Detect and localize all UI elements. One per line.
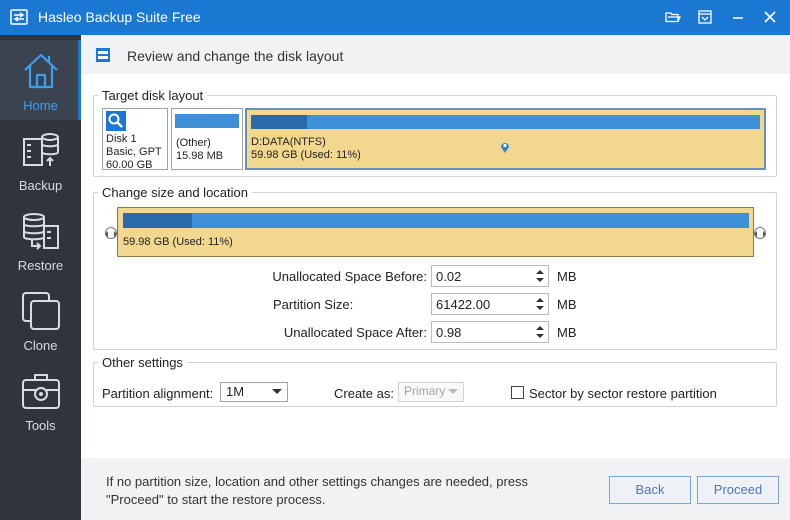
right-resize-handle[interactable]	[754, 227, 766, 239]
disk-layout-icon	[96, 48, 110, 62]
unit-label: MB	[557, 269, 577, 284]
restore-icon	[23, 213, 59, 250]
unallocated-before-label: Unallocated Space Before:	[272, 269, 427, 284]
disk-search-icon	[106, 111, 126, 131]
group-title: Other settings	[102, 355, 183, 370]
unallocated-before-input[interactable]	[432, 266, 530, 286]
partition-size-spinbox[interactable]	[431, 293, 549, 315]
left-resize-handle[interactable]	[105, 227, 117, 239]
sidebar-item-label: Backup	[18, 178, 63, 193]
disk-info-cell[interactable]: Disk 1 Basic, GPT 60.00 GB	[102, 108, 168, 171]
sidebar: Home Backup Restore Clone Tools	[0, 35, 81, 520]
back-button[interactable]: Back	[609, 476, 691, 504]
partition-other[interactable]: (Other) 15.98 MB	[171, 108, 243, 170]
partition-alignment-value: 1M	[226, 384, 245, 399]
disk-name: Disk 1	[106, 133, 137, 145]
unallocated-after-input[interactable]	[432, 322, 530, 342]
home-icon	[24, 53, 58, 89]
partition-size: 15.98 MB	[176, 150, 224, 162]
partition-used-bar	[123, 213, 192, 228]
unit-label: MB	[557, 297, 577, 312]
sidebar-item-restore[interactable]: Restore	[0, 200, 81, 280]
close-icon[interactable]	[761, 8, 779, 26]
partition-bar	[251, 115, 760, 129]
group-title: Target disk layout	[102, 88, 204, 103]
content-area: Target disk layout Disk 1 Basic, GPT 60.…	[81, 74, 790, 458]
create-as-value: Primary	[404, 384, 446, 398]
partition-name: (Other)	[176, 137, 211, 149]
partition-alignment-label: Partition alignment:	[102, 386, 214, 401]
spin-arrows-icon[interactable]	[534, 324, 546, 340]
partition-size-input[interactable]	[432, 294, 530, 314]
backup-icon	[23, 133, 59, 166]
sector-by-sector-checkbox[interactable]	[511, 386, 524, 399]
partition-resize-bar[interactable]: 59.98 GB (Used: 11%)	[117, 207, 754, 257]
unit-label: MB	[557, 325, 577, 340]
spin-arrows-icon[interactable]	[534, 296, 546, 312]
group-title: Change size and location	[102, 185, 248, 200]
sidebar-item-backup[interactable]: Backup	[0, 120, 81, 200]
proceed-button[interactable]: Proceed	[697, 476, 779, 504]
partition-alignment-select[interactable]: 1M	[220, 382, 288, 402]
app-logo-icon	[10, 9, 28, 25]
sector-by-sector-label[interactable]: Sector by sector restore partition	[529, 386, 717, 401]
partition-detail: 59.98 GB (Used: 11%)	[251, 149, 361, 161]
unallocated-after-label: Unallocated Space After:	[283, 325, 427, 340]
clone-icon	[22, 292, 60, 330]
unallocated-before-spinbox[interactable]	[431, 265, 549, 287]
sidebar-item-label: Restore	[17, 258, 64, 273]
chevron-down-icon	[272, 389, 282, 394]
create-as-label: Create as:	[334, 386, 394, 401]
sidebar-item-clone[interactable]: Clone	[0, 280, 81, 360]
partition-bar	[123, 213, 749, 228]
partition-bar	[175, 114, 239, 128]
create-as-select[interactable]: Primary	[398, 382, 464, 402]
unallocated-after-spinbox[interactable]	[431, 321, 549, 343]
page-title: Review and change the disk layout	[127, 48, 344, 64]
open-folder-icon[interactable]	[664, 8, 682, 26]
disk-size: 60.00 GB	[106, 159, 153, 171]
partition-used-bar	[251, 115, 307, 129]
sidebar-item-label: Home	[23, 98, 58, 113]
location-pin-icon	[501, 143, 509, 153]
minimize-icon[interactable]	[729, 8, 747, 26]
title-bar: Hasleo Backup Suite Free	[0, 0, 790, 35]
sidebar-item-tools[interactable]: Tools	[0, 360, 81, 440]
disk-type: Basic, GPT	[106, 146, 162, 158]
spin-arrows-icon[interactable]	[534, 268, 546, 284]
main-panel: Review and change the disk layout Target…	[81, 35, 790, 520]
partition-size-label: Partition Size:	[273, 297, 354, 312]
menu-icon[interactable]	[696, 8, 714, 26]
partition-name: D:DATA(NTFS)	[251, 136, 326, 148]
tools-icon	[22, 374, 60, 409]
window-title: Hasleo Backup Suite Free	[38, 9, 201, 25]
partition-size-label: 59.98 GB (Used: 11%)	[123, 236, 233, 248]
sidebar-item-label: Clone	[23, 338, 58, 353]
sidebar-item-home[interactable]: Home	[0, 40, 81, 120]
chevron-down-icon	[448, 389, 458, 394]
footer-instructions: If no partition size, location and other…	[106, 474, 529, 507]
partition-data[interactable]: D:DATA(NTFS) 59.98 GB (Used: 11%)	[245, 108, 766, 170]
sidebar-item-label: Tools	[25, 418, 56, 433]
